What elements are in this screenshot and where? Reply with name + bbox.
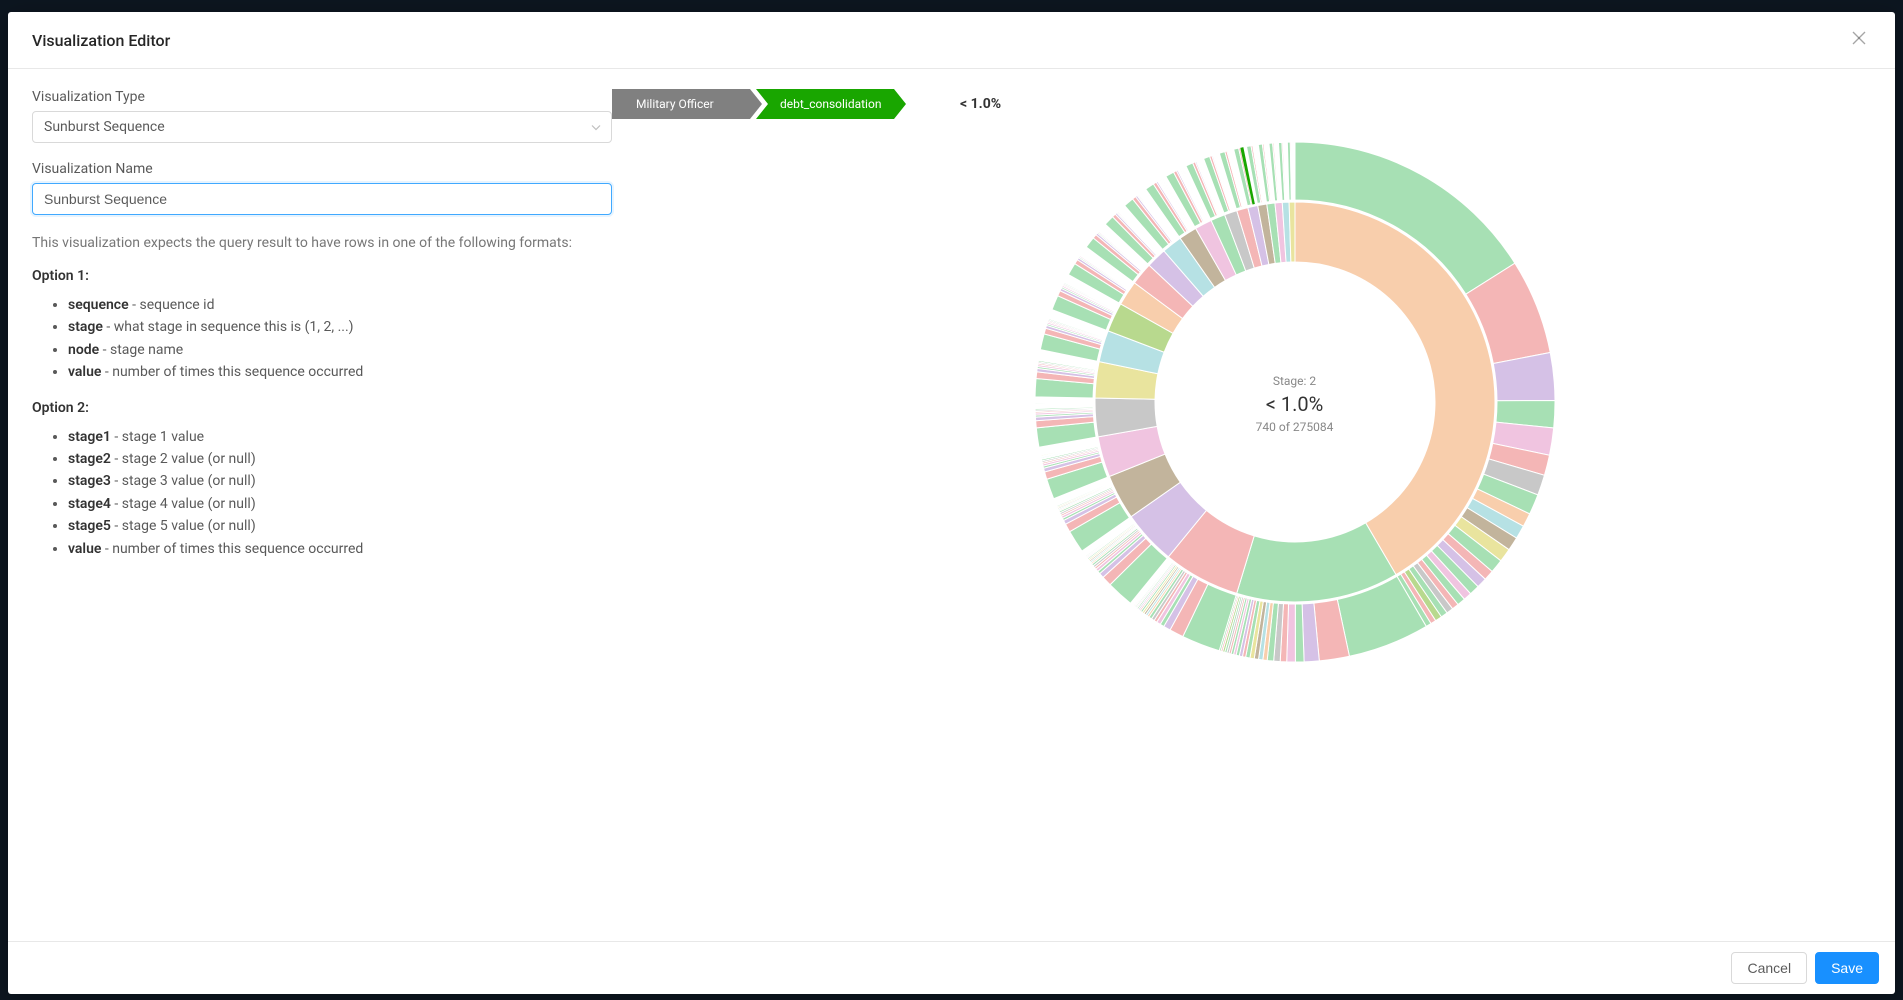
format-column: sequence - sequence id — [68, 294, 612, 316]
format-column: stage3 - stage 3 value (or null) — [68, 470, 612, 492]
modal-title: Visualization Editor — [32, 31, 170, 50]
close-icon — [1852, 31, 1866, 50]
format-column: value - number of times this sequence oc… — [68, 361, 612, 383]
config-panel: Visualization Type Sunburst Sequence Vis… — [32, 89, 612, 941]
viz-name-input[interactable] — [32, 183, 612, 215]
center-counts: 740 of 275084 — [1256, 420, 1334, 434]
modal-body: Visualization Type Sunburst Sequence Vis… — [8, 69, 1895, 941]
modal-footer: Cancel Save — [8, 941, 1895, 994]
sunburst-center-label: Stage: 2 < 1.0% 740 of 275084 — [1256, 374, 1334, 434]
trail-percent: < 1.0% — [960, 96, 1001, 112]
help-text: This visualization expects the query res… — [32, 233, 612, 254]
viz-type-select[interactable]: Sunburst Sequence — [32, 111, 612, 143]
option1-list: sequence - sequence idstage - what stage… — [32, 294, 612, 384]
option1-heading: Option 1: — [32, 268, 612, 284]
viz-type-value: Sunburst Sequence — [44, 119, 165, 135]
format-column: value - number of times this sequence oc… — [68, 538, 612, 560]
format-column: node - stage name — [68, 339, 612, 361]
center-percent: < 1.0% — [1256, 392, 1334, 416]
preview-panel: Military Officerdebt_consolidation < 1.0%… — [612, 89, 1871, 941]
format-column: stage1 - stage 1 value — [68, 426, 612, 448]
cancel-button[interactable]: Cancel — [1731, 952, 1807, 984]
modal-header: Visualization Editor — [8, 12, 1895, 69]
visualization-editor-modal: Visualization Editor Visualization Type … — [8, 12, 1895, 994]
chevron-down-icon — [591, 121, 601, 134]
sunburst-chart[interactable]: Stage: 2 < 1.0% 740 of 275084 — [1030, 137, 1560, 671]
sequence-trail: Military Officerdebt_consolidation < 1.0% — [612, 89, 1001, 119]
save-button[interactable]: Save — [1815, 952, 1879, 984]
option2-heading: Option 2: — [32, 400, 612, 416]
trail-crumb: Military Officer — [612, 89, 762, 119]
close-button[interactable] — [1847, 28, 1871, 52]
format-column: stage5 - stage 5 value (or null) — [68, 515, 612, 537]
format-column: stage2 - stage 2 value (or null) — [68, 448, 612, 470]
center-stage: Stage: 2 — [1256, 374, 1334, 388]
viz-type-label: Visualization Type — [32, 89, 612, 105]
format-column: stage4 - stage 4 value (or null) — [68, 493, 612, 515]
trail-crumb: debt_consolidation — [756, 89, 906, 119]
option2-list: stage1 - stage 1 valuestage2 - stage 2 v… — [32, 426, 612, 560]
viz-name-label: Visualization Name — [32, 161, 612, 177]
format-column: stage - what stage in sequence this is (… — [68, 316, 612, 338]
